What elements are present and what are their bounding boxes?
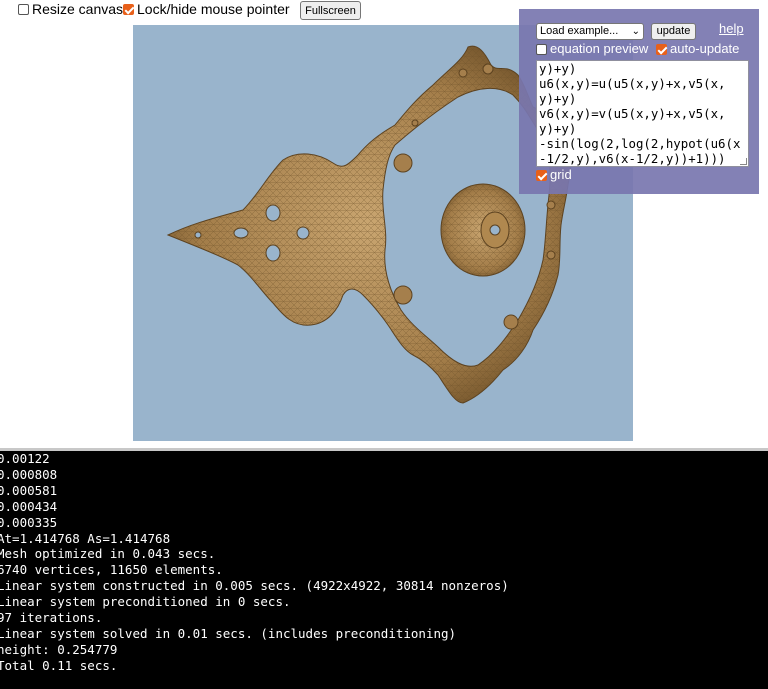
auto-update-label: auto-update (670, 41, 740, 56)
equation-panel: Load example... ⌄ update help equation p… (519, 9, 759, 194)
console-line: 6740 vertices, 11650 elements. (0, 562, 223, 578)
equation-line: y)+y) (539, 61, 577, 76)
console-line: 97 iterations. (0, 610, 103, 626)
console-line: At=1.414768 As=1.414768 (0, 530, 171, 546)
console-line: Mesh optimized in 0.043 secs. (0, 546, 216, 562)
chevron-down-icon: ⌄ (631, 26, 640, 37)
console-line: Total 0.11 secs. (0, 657, 118, 673)
help-link[interactable]: help (719, 21, 744, 36)
equation-line: y)+y) (539, 91, 577, 106)
lock-pointer-label: Lock/hide mouse pointer (137, 1, 290, 17)
load-example-select[interactable]: Load example... ⌄ (536, 23, 644, 40)
resize-canvas-label: Resize canvas (32, 1, 124, 17)
update-button[interactable]: update (651, 23, 696, 40)
console-line: 0.000581 (0, 482, 58, 498)
equation-line: u6(x,y)=u(u5(x,y)+x,v5(x, (539, 76, 726, 91)
resize-grip-icon[interactable] (740, 158, 747, 165)
console-line: 0.000335 (0, 514, 58, 530)
console-line: height: 0.254779 (0, 641, 118, 657)
grid-checkbox[interactable] (536, 170, 547, 181)
fullscreen-button[interactable]: Fullscreen (300, 1, 361, 20)
console-line: Linear system solved in 0.01 secs. (incl… (0, 625, 457, 641)
console-line: Linear system constructed in 0.005 secs.… (0, 578, 509, 594)
equation-line: -sin(log(2,log(2,hypot(u6(x (539, 136, 741, 151)
console-line: 0.00122 (0, 451, 50, 466)
torus-shape (440, 183, 526, 277)
equation-line: v6(x,y)=v(u5(x,y)+x,v5(x, (539, 106, 726, 121)
equation-line: y)+y) (539, 121, 577, 136)
equation-preview-label: equation preview (550, 41, 649, 56)
load-example-value: Load example... (540, 25, 619, 37)
equation-preview-checkbox[interactable] (536, 44, 547, 55)
equation-editor[interactable]: y)+y) u6(x,y)=u(u5(x,y)+x,v5(x, y)+y) v6… (536, 60, 749, 167)
resize-canvas-checkbox[interactable] (18, 4, 29, 15)
console-line: 0.000808 (0, 466, 58, 482)
console-line: Linear system preconditioned in 0 secs. (0, 594, 291, 610)
lock-pointer-checkbox[interactable] (123, 4, 134, 15)
console-output: 0.00122 0.000808 0.000581 0.000434 0.000… (0, 451, 768, 689)
auto-update-checkbox[interactable] (656, 44, 667, 55)
grid-label: grid (550, 167, 572, 182)
equation-line: -1/2,y),v6(x-1/2,y))+1))) (539, 151, 726, 166)
console-line: 0.000434 (0, 498, 58, 514)
